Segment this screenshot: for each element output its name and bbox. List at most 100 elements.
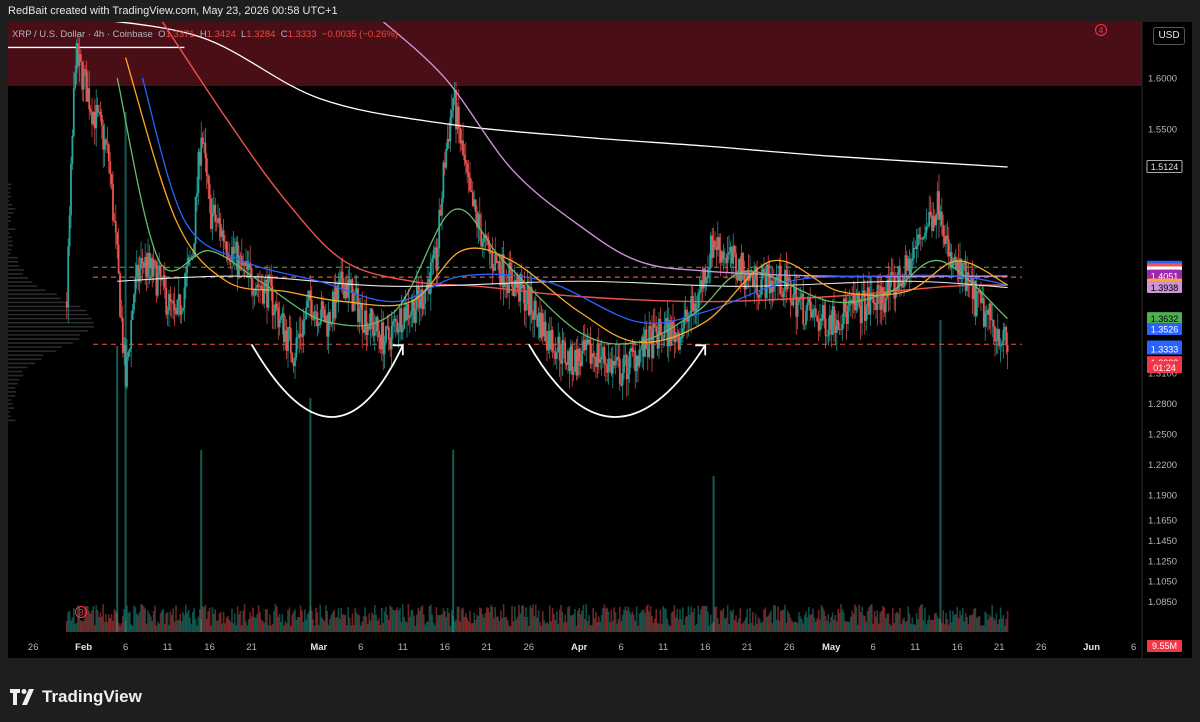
candle-body: [218, 218, 221, 224]
time-tick: Apr: [571, 642, 588, 653]
volume-bar: [542, 611, 544, 632]
price-tick: 1.0850: [1148, 597, 1177, 608]
candle-body: [183, 287, 186, 309]
chart-frame[interactable]: 4 3 1.6000 1.5500 1.3100 1.2800 1.2500 1.2200 1.…: [8, 22, 1192, 658]
price-chart[interactable]: 431.60001.55001.31001.28001.25001.22001.…: [8, 22, 1192, 658]
volume-bar: [848, 622, 851, 632]
candle-body: [561, 340, 564, 364]
volume-bar: [558, 609, 561, 632]
volume-bar: [379, 624, 382, 632]
candle-body: [911, 258, 914, 261]
volume-bar: [483, 617, 485, 632]
candle-body: [114, 221, 117, 233]
volume-bar: [924, 607, 926, 632]
price-label: 1.3333: [1147, 342, 1182, 355]
volume-profile-bar: [8, 358, 42, 361]
volume-bar: [684, 617, 687, 632]
volume-bar: [316, 612, 319, 632]
candle-body: [753, 278, 756, 287]
volume-bar: [578, 608, 580, 632]
volume-bar: [354, 607, 356, 632]
volume-bar: [294, 609, 296, 632]
volume-bar: [158, 623, 160, 632]
volume-bar: [659, 609, 662, 632]
volume-bar: [497, 616, 499, 632]
candle-body: [827, 329, 830, 336]
candle-body: [376, 316, 379, 331]
volume-bar: [647, 604, 649, 632]
volume-bar: [446, 607, 449, 632]
candle-body: [502, 254, 505, 288]
volume-bar: [805, 611, 807, 632]
time-tick: 6: [619, 642, 624, 653]
volume-bar: [661, 624, 663, 632]
volume-profile-bar: [8, 297, 61, 300]
volume-bar: [248, 619, 250, 632]
currency-button[interactable]: USD: [1153, 27, 1185, 45]
volume-profile-bar: [8, 395, 16, 397]
price-label: 1.3632: [1147, 312, 1182, 325]
volume-bar: [519, 613, 522, 632]
volume-bar: [813, 617, 816, 632]
volume-bar: [252, 607, 254, 632]
candle-body: [119, 273, 121, 317]
volume-bar: [764, 607, 767, 632]
volume-bar: [722, 608, 725, 632]
volume-bar: [320, 616, 323, 632]
volume-bar: [502, 604, 505, 632]
volume-bar: [431, 614, 433, 632]
volume-bar: [854, 604, 856, 632]
candle-body: [891, 272, 894, 276]
volume-profile-bar: [8, 212, 14, 214]
volume-bar: [376, 620, 379, 632]
candle-body: [464, 160, 467, 164]
candle-body: [728, 251, 730, 255]
volume-bar: [165, 613, 167, 632]
volume-bar: [669, 625, 671, 632]
volume-bar: [297, 617, 299, 632]
volume-bar: [71, 617, 74, 632]
volume-bar: [239, 610, 242, 632]
candle-body: [491, 252, 494, 268]
volume-bar: [288, 607, 291, 632]
candle-body: [260, 285, 263, 290]
volume-bar: [724, 618, 726, 632]
volume-bar: [332, 612, 334, 632]
volume-bar: [301, 610, 303, 632]
volume-bar: [386, 614, 389, 632]
volume-profile-bar: [8, 203, 13, 206]
volume-bar: [591, 625, 593, 632]
symbol-label[interactable]: XRP / U.S. Dollar · 4h · Coinbase: [12, 29, 153, 40]
volume-profile-bar: [8, 309, 87, 312]
tradingview-logo[interactable]: TradingView: [10, 686, 142, 708]
volume-bar: [236, 606, 239, 632]
volume-bar: [771, 623, 774, 632]
volume-bar: [985, 613, 988, 632]
volume-bar: [418, 610, 421, 632]
volume-bar: [913, 624, 915, 632]
volume-bar: [943, 624, 946, 632]
volume-bar: [257, 605, 260, 632]
volume-bar: [565, 621, 568, 632]
volume-bar: [571, 615, 573, 632]
volume-bar: [176, 620, 179, 632]
volume-bar: [469, 610, 471, 632]
volume-bar: [586, 621, 589, 632]
volume-bar: [759, 619, 761, 632]
volume-bar: [649, 605, 652, 632]
volume-bar: [329, 618, 331, 632]
volume-bar: [773, 605, 775, 632]
candle-body: [110, 174, 113, 185]
volume-bar: [231, 608, 233, 632]
volume-bar: [327, 624, 330, 632]
volume-bar: [745, 617, 747, 632]
volume-bar: [851, 610, 853, 632]
volume-spike: [200, 450, 203, 632]
candle-body: [173, 303, 176, 311]
volume-bar: [973, 608, 975, 632]
volume-bar: [920, 604, 922, 632]
volume-bar: [627, 606, 629, 632]
volume-bar: [535, 604, 537, 632]
time-tick: 11: [910, 642, 920, 653]
candle-body: [805, 310, 807, 325]
